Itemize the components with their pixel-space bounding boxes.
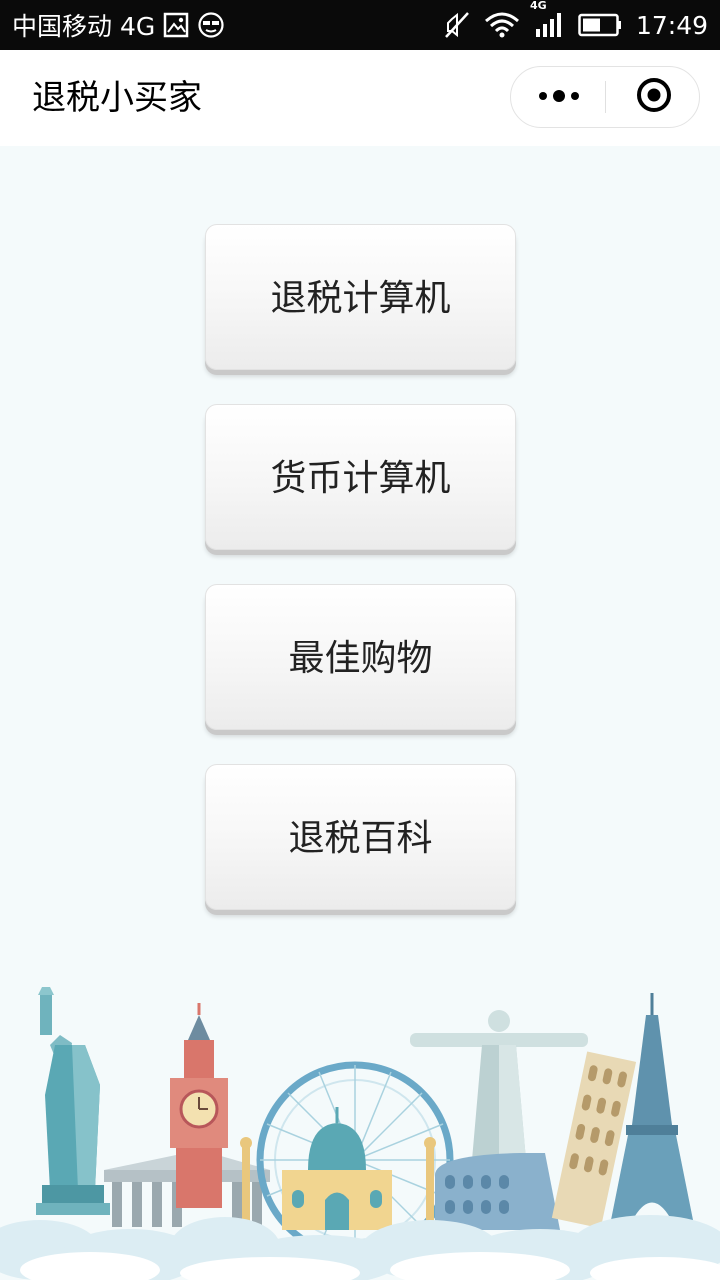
carrier-label: 中国移动 4G [12,12,156,41]
page-title: 退税小买家 [32,78,202,118]
status-bar: 中国移动 4G 4G 17:49 [0,0,720,50]
close-button[interactable] [607,67,700,127]
colosseum-icon [435,1153,560,1230]
currency-calculator-button[interactable]: 货币计算机 [205,404,516,550]
network-badge: 4G [529,0,547,12]
landmarks-illustration [0,987,720,1280]
more-dots-icon [537,88,581,107]
mute-icon [444,11,470,39]
time-label: 17:49 [635,10,708,40]
tax-refund-wiki-button[interactable]: 退税百科 [205,764,516,910]
signal-icon: 4G [530,0,564,39]
capsule-divider [605,81,606,113]
glasses-face-icon [197,11,225,39]
best-shopping-button[interactable]: 最佳购物 [205,584,516,730]
christ-redeemer-icon [410,1010,588,1160]
nav-bar: 退税小买家 [0,50,720,146]
status-left: 中国移动 4G [12,7,225,43]
mini-program-capsule [510,66,700,128]
big-ben-icon [170,1003,228,1208]
image-icon [163,12,189,38]
wifi-icon [484,11,520,39]
statue-of-liberty-icon [36,987,110,1215]
more-button[interactable] [511,67,606,127]
battery-icon [578,12,622,38]
target-close-icon [635,76,673,118]
tax-refund-calculator-button[interactable]: 退税计算机 [205,224,516,370]
status-right: 4G 17:49 [444,0,708,40]
